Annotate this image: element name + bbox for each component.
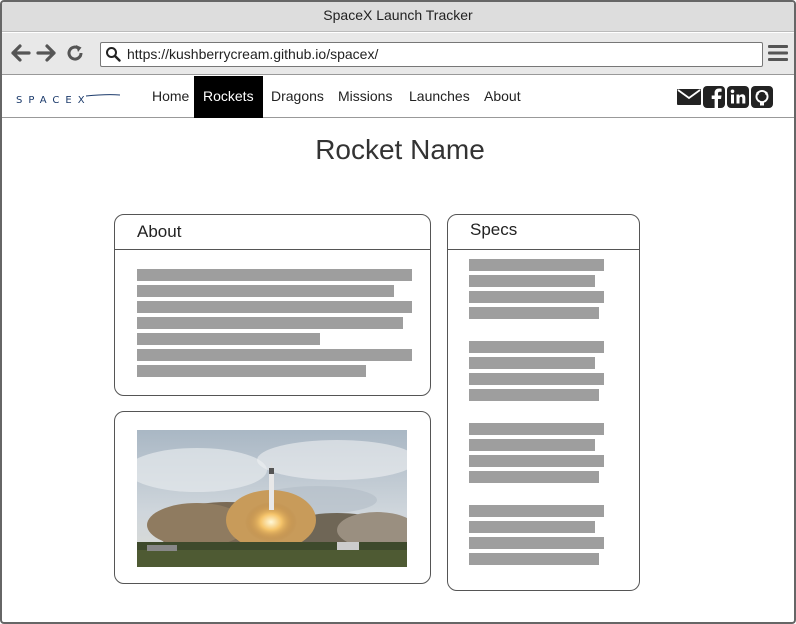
placeholder-spec-line xyxy=(469,275,595,287)
placeholder-spec-line xyxy=(469,373,604,385)
svg-text:SPACEX: SPACEX xyxy=(16,95,91,105)
placeholder-spec-line xyxy=(469,471,599,483)
placeholder-spec-line xyxy=(469,389,599,401)
spacex-logo[interactable]: SPACEX xyxy=(16,92,121,110)
placeholder-text-line xyxy=(137,285,394,297)
site-navbar: SPACEX Home Rockets Dragons Missions Lau… xyxy=(2,76,794,118)
placeholder-spec-line xyxy=(469,423,604,435)
placeholder-spec-line xyxy=(469,439,595,451)
facebook-icon[interactable] xyxy=(703,86,725,108)
nav-home[interactable]: Home xyxy=(143,76,198,118)
placeholder-text-line xyxy=(137,317,403,329)
rocket-launch-photo xyxy=(137,430,407,567)
specs-panel-heading: Specs xyxy=(448,215,639,250)
nav-dragons[interactable]: Dragons xyxy=(262,76,333,118)
specs-panel: Specs xyxy=(447,214,640,591)
email-icon[interactable] xyxy=(677,86,701,108)
placeholder-spec-line xyxy=(469,357,595,369)
page-title: Rocket Name xyxy=(315,134,485,165)
placeholder-spec-line xyxy=(469,341,604,353)
nav-rockets[interactable]: Rockets xyxy=(194,76,263,118)
browser-toolbar: https://kushberrycream.github.io/spacex/ xyxy=(2,33,794,75)
nav-launches[interactable]: Launches xyxy=(400,76,479,118)
forward-arrow-icon[interactable] xyxy=(35,42,57,64)
url-text: https://kushberrycream.github.io/spacex/ xyxy=(127,46,379,62)
address-bar[interactable]: https://kushberrycream.github.io/spacex/ xyxy=(100,42,763,67)
placeholder-spec-line xyxy=(469,505,604,517)
placeholder-spec-line xyxy=(469,455,604,467)
placeholder-spec-line xyxy=(469,537,604,549)
image-panel xyxy=(114,411,431,584)
search-icon xyxy=(105,46,121,68)
back-arrow-icon[interactable] xyxy=(10,42,32,64)
placeholder-spec-line xyxy=(469,553,599,565)
placeholder-spec-line xyxy=(469,259,604,271)
reload-icon[interactable] xyxy=(64,42,86,64)
github-icon[interactable] xyxy=(751,86,773,108)
nav-about[interactable]: About xyxy=(475,76,530,118)
placeholder-spec-line xyxy=(469,291,604,303)
placeholder-text-line xyxy=(137,365,366,377)
about-panel-heading: About xyxy=(115,215,430,250)
placeholder-spec-line xyxy=(469,307,599,319)
hamburger-menu-icon[interactable] xyxy=(768,44,788,67)
placeholder-text-line xyxy=(137,301,412,313)
linkedin-icon[interactable] xyxy=(727,86,749,108)
placeholder-text-line xyxy=(137,349,412,361)
placeholder-spec-line xyxy=(469,521,595,533)
about-panel: About xyxy=(114,214,431,396)
browser-window: SpaceX Launch Tracker https://kushberryc… xyxy=(0,0,796,624)
window-title: SpaceX Launch Tracker xyxy=(2,2,794,32)
nav-missions[interactable]: Missions xyxy=(329,76,401,118)
placeholder-text-line xyxy=(137,333,320,345)
placeholder-text-line xyxy=(137,269,412,281)
